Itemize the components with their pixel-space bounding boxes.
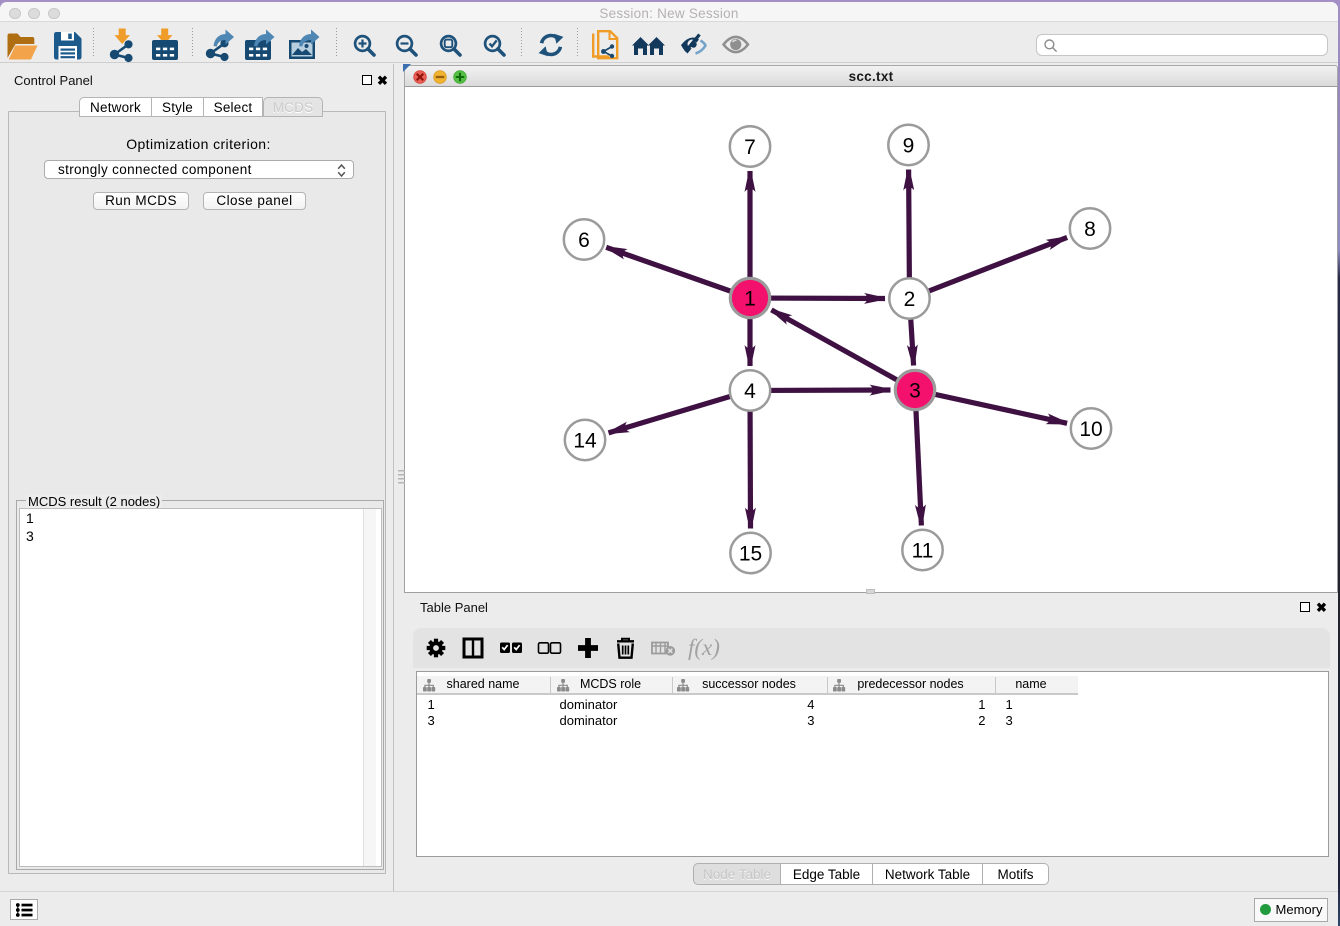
svg-text:3: 3 [909, 379, 921, 402]
svg-text:8: 8 [1084, 218, 1096, 241]
svg-text:14: 14 [573, 429, 597, 452]
svg-text:2: 2 [904, 288, 916, 311]
svg-text:f(x): f(x) [688, 635, 720, 660]
svg-text:10: 10 [1079, 418, 1102, 441]
svg-text:11: 11 [912, 539, 934, 562]
svg-text:7: 7 [744, 136, 756, 159]
svg-text:1: 1 [744, 287, 756, 310]
svg-text:15: 15 [739, 542, 762, 565]
svg-text:4: 4 [744, 380, 756, 403]
svg-text:6: 6 [578, 229, 590, 252]
svg-text:9: 9 [903, 134, 915, 157]
